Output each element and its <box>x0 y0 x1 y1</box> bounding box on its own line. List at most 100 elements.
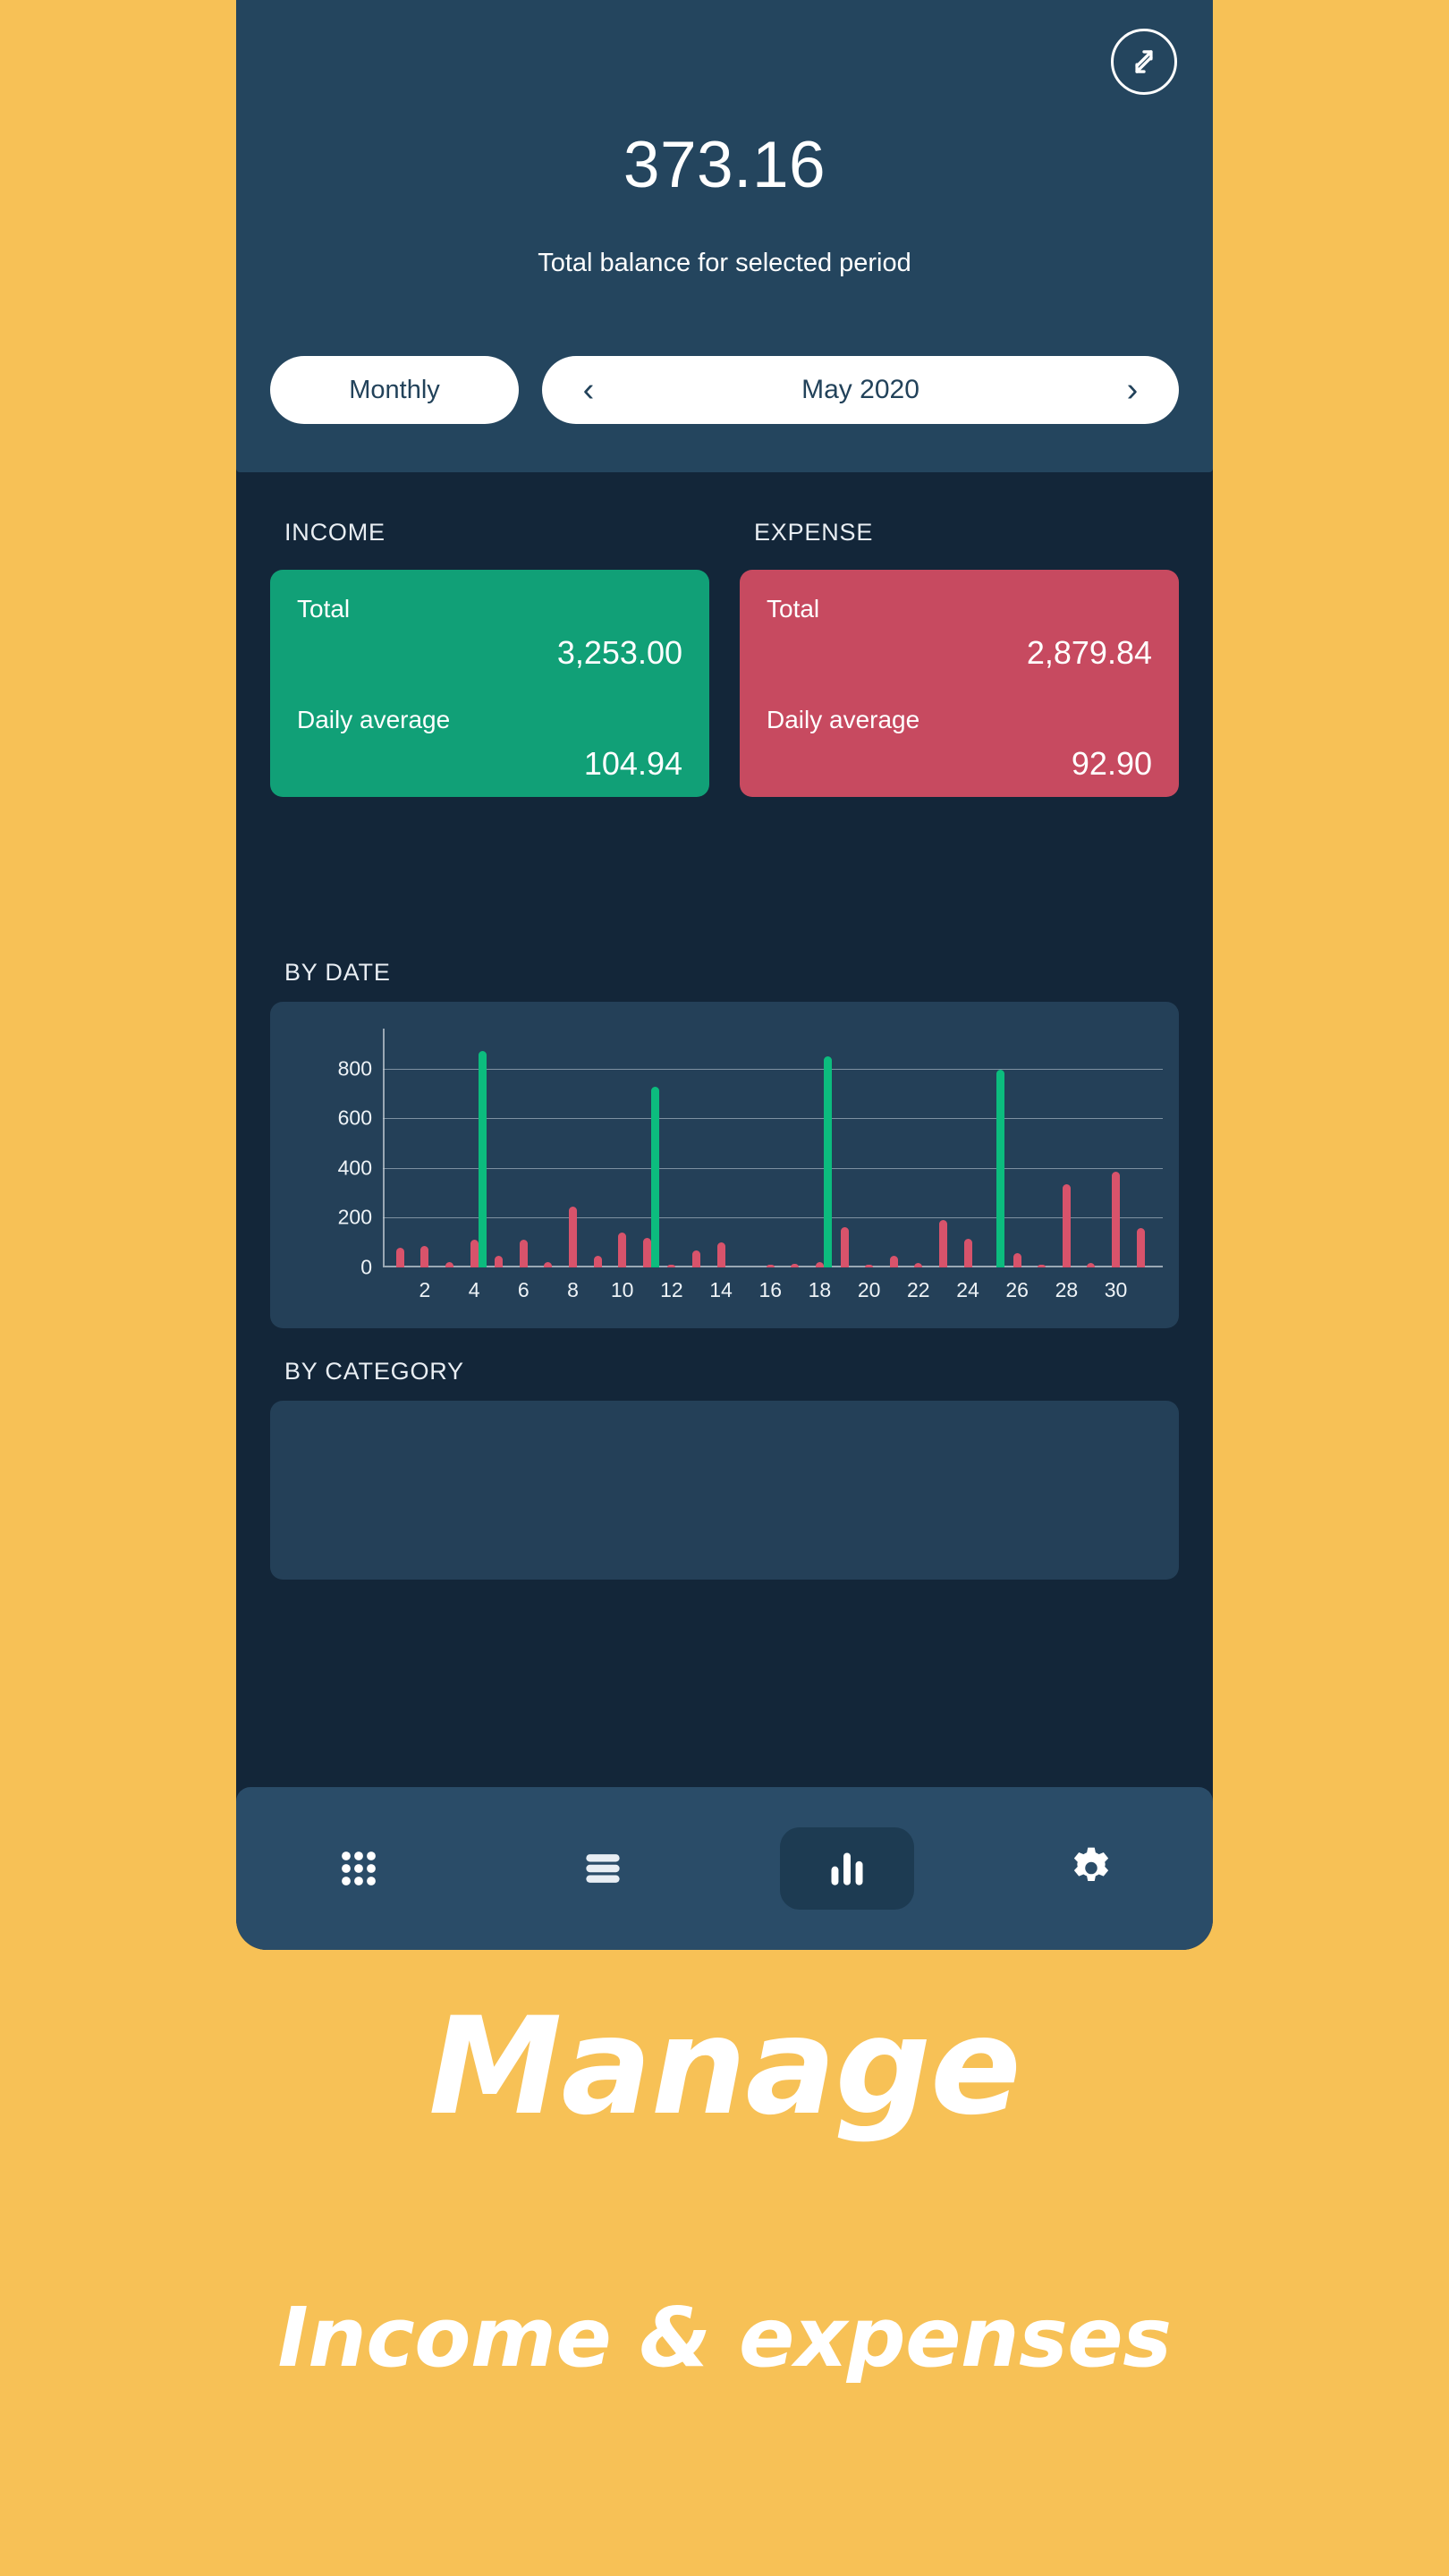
x-axis-tick-label: 30 <box>1104 1278 1128 1301</box>
period-navigator: ‹ May 2020 › <box>542 356 1179 424</box>
chart-bar-expense <box>470 1239 479 1267</box>
chart-bar-expense <box>1013 1252 1021 1267</box>
chart-bar-expense <box>618 1233 627 1267</box>
expense-card[interactable]: Total 2,879.84 Daily average 92.90 <box>740 570 1179 797</box>
list-lines-icon <box>585 1854 620 1883</box>
bar-chart-icon <box>831 1852 862 1885</box>
phone-screenshot: 373.16 Total balance for selected period… <box>236 0 1213 1950</box>
x-axis-tick-label: 28 <box>1055 1278 1079 1301</box>
chart-bar-expense <box>593 1256 602 1267</box>
chart-bar-expense <box>914 1263 923 1267</box>
chart-bar-expense <box>1112 1171 1121 1267</box>
y-axis-tick-label: 400 <box>337 1156 372 1180</box>
summary-section: INCOME EXPENSE Total 3,253.00 Daily aver… <box>236 472 1213 797</box>
chart-bar-expense <box>1136 1227 1145 1267</box>
chart-bar-expense <box>963 1239 972 1267</box>
transfer-arrows-glyph <box>1135 50 1153 73</box>
x-axis-tick-label: 12 <box>660 1278 683 1301</box>
y-axis-tick-label: 200 <box>337 1205 372 1229</box>
x-axis-tick-label: 2 <box>419 1278 431 1301</box>
expense-average-label: Daily average <box>767 706 920 733</box>
income-heading: INCOME <box>284 519 386 546</box>
chart-bar-expense <box>1038 1265 1046 1267</box>
nav-item-records[interactable] <box>480 1787 724 1950</box>
bottom-navigation-bar <box>236 1787 1213 1950</box>
x-axis-tick-label: 14 <box>709 1278 733 1301</box>
chart-bar-expense <box>766 1265 775 1267</box>
income-average-label: Daily average <box>297 706 451 733</box>
chart-bar-expense <box>519 1240 528 1267</box>
total-balance-caption: Total balance for selected period <box>538 249 911 277</box>
x-axis-tick-label: 22 <box>907 1278 930 1301</box>
chart-bar-expense <box>691 1250 700 1267</box>
next-period-button[interactable]: › <box>1113 373 1152 407</box>
gear-icon <box>1073 1847 1108 1881</box>
chart-bar-expense <box>445 1261 453 1267</box>
chart-bar-income <box>650 1087 659 1267</box>
chart-bar-expense <box>544 1262 553 1267</box>
chart-bar-expense <box>568 1206 577 1267</box>
app-screen: 373.16 Total balance for selected period… <box>236 0 1213 1950</box>
chart-bar-expense <box>667 1264 676 1267</box>
chart-bar-expense <box>395 1247 404 1267</box>
expense-average-value: 92.90 <box>1071 745 1152 782</box>
by-date-chart-card[interactable]: 0 200 400 600 800 2 4 6 8 10 12 14 16 18 20 22 24 26 28 30 <box>270 1002 1179 1328</box>
by-category-card[interactable] <box>270 1401 1179 1580</box>
chart-bar-expense <box>938 1219 947 1267</box>
expense-heading: EXPENSE <box>754 519 874 546</box>
current-period-label[interactable]: May 2020 <box>608 375 1113 405</box>
chart-bar-expense <box>1062 1184 1071 1267</box>
summary-headings: INCOME EXPENSE <box>270 519 1179 547</box>
by-date-heading: BY DATE <box>284 959 391 986</box>
by-date-chart: 0 200 400 600 800 2 4 6 8 10 12 14 16 18 20 22 24 26 28 30 <box>270 1002 1179 1328</box>
nav-item-settings[interactable] <box>969 1787 1213 1950</box>
x-axis-tick-label: 16 <box>758 1278 783 1301</box>
nav-item-accounts[interactable] <box>236 1787 480 1950</box>
income-card[interactable]: Total 3,253.00 Daily average 104.94 <box>270 570 709 797</box>
chart-bar-expense <box>495 1256 504 1267</box>
x-axis-tick-label: 6 <box>517 1278 530 1301</box>
chart-bar-expense <box>420 1246 429 1267</box>
chart-bar-expense <box>865 1265 874 1267</box>
x-axis-tick-label: 10 <box>610 1278 634 1301</box>
nav-active-indicator <box>779 1827 914 1910</box>
summary-cards: Total 3,253.00 Daily average 104.94 Tota… <box>270 570 1179 797</box>
y-axis-tick-label: 800 <box>337 1056 372 1080</box>
category-pie-chart <box>608 1526 841 1580</box>
marketing-tagline-primary: Manage <box>428 1989 1021 2145</box>
expense-total-value: 2,879.84 <box>1026 634 1152 671</box>
expense-total-label: Total <box>767 595 820 623</box>
x-axis-tick-label: 18 <box>808 1278 832 1301</box>
header-panel: 373.16 Total balance for selected period… <box>236 0 1213 472</box>
marketing-tagline-secondary: Income & expenses <box>277 2290 1172 2385</box>
period-selector-row: Monthly ‹ May 2020 › <box>270 356 1179 424</box>
chart-bar-income <box>996 1069 1005 1267</box>
chart-bar-expense <box>1087 1263 1096 1267</box>
chart-bar-expense <box>840 1226 849 1267</box>
chart-bar-expense <box>815 1261 824 1267</box>
chart-bar-income <box>478 1051 487 1267</box>
period-mode-button[interactable]: Monthly <box>270 356 519 424</box>
y-axis-tick-label: 600 <box>337 1106 372 1130</box>
income-average-value: 104.94 <box>583 745 682 782</box>
chart-bar-expense <box>642 1238 651 1267</box>
by-category-heading: BY CATEGORY <box>284 1358 464 1385</box>
chart-bars <box>383 1029 1163 1267</box>
prev-period-button[interactable]: ‹ <box>569 373 608 407</box>
chart-bar-expense <box>889 1255 898 1267</box>
x-axis-tick-label: 20 <box>857 1278 881 1301</box>
transfer-arrows-icon[interactable] <box>1111 29 1177 95</box>
x-axis-tick-label: 24 <box>956 1278 979 1301</box>
chart-bar-income <box>823 1055 832 1267</box>
chart-plot-area: 0 200 400 600 800 2 4 6 8 10 12 14 16 18 20 22 24 26 28 30 <box>338 1029 1163 1301</box>
nav-item-analytics[interactable] <box>724 1787 969 1950</box>
income-total-label: Total <box>297 595 351 623</box>
total-balance-amount: 373.16 <box>623 129 826 201</box>
x-axis-tick-label: 4 <box>468 1278 480 1301</box>
income-total-value: 3,253.00 <box>556 634 682 671</box>
grid-dots-icon <box>341 1852 376 1885</box>
x-axis-tick-label: 26 <box>1005 1278 1029 1301</box>
chart-bar-expense <box>716 1242 725 1267</box>
chart-bar-expense <box>791 1264 800 1267</box>
y-axis-tick-label: 0 <box>360 1255 372 1279</box>
